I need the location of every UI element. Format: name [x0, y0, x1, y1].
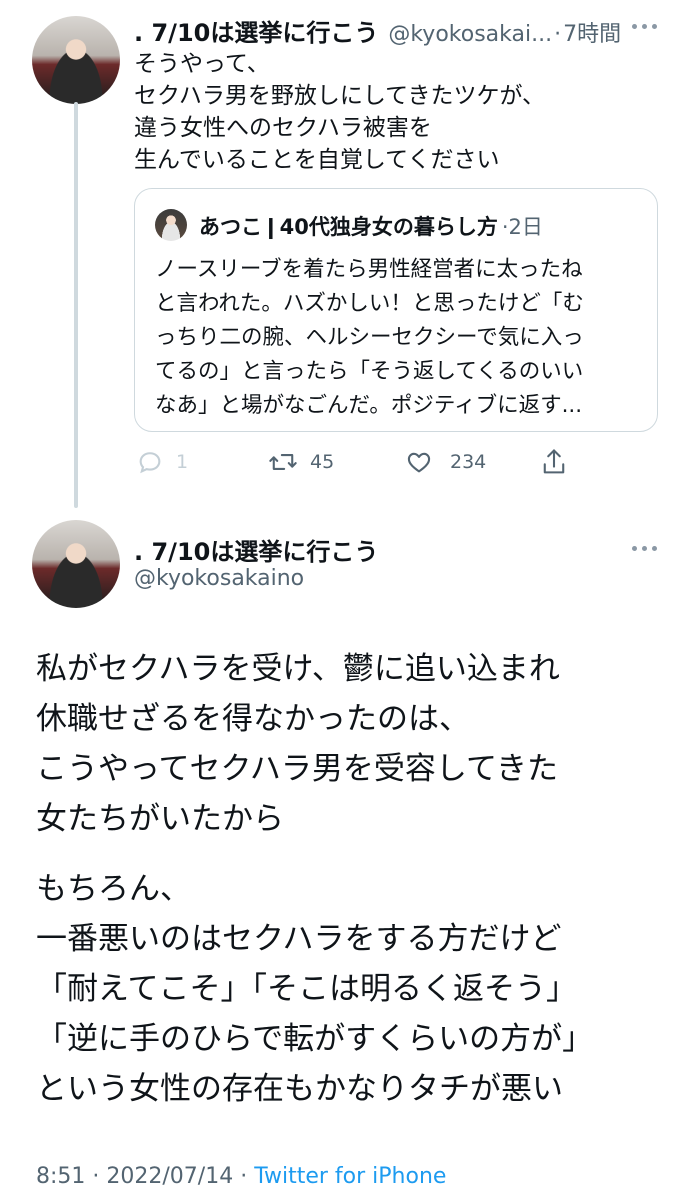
- tweet1-text: そうやって、 セクハラ男を野放しにしてきたツケが、 違う女性へのセクハラ被害を …: [134, 48, 545, 176]
- tweet-line: 私がセクハラを受け、鬱に追い込まれ: [36, 651, 560, 687]
- quote-line: てるの」と言ったら「そう返してくるのいい: [155, 359, 584, 384]
- quote-line: ノースリーブを着たら男性経営者に太ったね: [155, 257, 583, 282]
- tweet-line: 一番悪いのはセクハラをする方だけど: [36, 921, 562, 957]
- tweet-line: 生んでいることを自覚してください: [134, 147, 500, 173]
- reply-icon: [139, 452, 161, 474]
- tweet-footer: 8:51 · 2022/07/14 · Twitter for iPhone: [36, 1164, 446, 1189]
- tweet-line: 女たちがいたから: [36, 801, 284, 837]
- retweet-count: 45: [310, 451, 335, 473]
- like-icon: [407, 452, 431, 473]
- tweet2-header: . 7/10は選挙に行こう @kyokosakaino: [134, 532, 378, 591]
- thread-connector-line: [74, 102, 78, 508]
- handle[interactable]: @kyokosakaino: [134, 566, 378, 591]
- timestamp[interactable]: 7時間: [563, 16, 621, 48]
- more-icon[interactable]: [632, 22, 658, 30]
- share-button[interactable]: [540, 447, 568, 477]
- retweet-button[interactable]: 45: [268, 448, 334, 476]
- share-icon: [543, 449, 565, 474]
- tweet-line: もちろん、: [36, 871, 191, 907]
- tweet-line: という女性の存在もかなりタチが悪い: [36, 1071, 563, 1107]
- quote-line: っちり二の腕、ヘルシーセクシーで気に入っ: [155, 325, 584, 350]
- quote-header: あつこ❙40代独身女の暮らし方 ·2日: [199, 211, 543, 241]
- quoted-tweet-card[interactable]: あつこ❙40代独身女の暮らし方 ·2日 ノースリーブを着たら男性経営者に太ったね…: [134, 188, 658, 432]
- quote-line: なあ」と場がなごんだ。ポジティブに返す...: [155, 393, 583, 418]
- separator: ·: [554, 22, 562, 47]
- separator: ·: [85, 1164, 107, 1189]
- like-count: 234: [450, 451, 487, 473]
- tweet2-text: 私がセクハラを受け、鬱に追い込まれ 休職せざるを得なかったのは、 こうやってセク…: [36, 644, 560, 844]
- tweet-time[interactable]: 8:51: [36, 1164, 85, 1189]
- quote-timestamp: ·2日: [501, 215, 543, 239]
- tweet-date[interactable]: 2022/07/14: [106, 1164, 233, 1189]
- handle[interactable]: @kyokosakai...: [388, 22, 552, 47]
- quote-display-name: あつこ❙40代独身女の暮らし方: [199, 215, 498, 239]
- tweet-line: 「逆に手のひらで転がすくらいの方が」: [36, 1021, 594, 1057]
- separator: ·: [233, 1164, 255, 1189]
- reply-button[interactable]: 1: [136, 448, 188, 476]
- display-name[interactable]: . 7/10は選挙に行こう: [134, 532, 378, 566]
- retweet-icon: [269, 454, 297, 470]
- avatar[interactable]: [32, 16, 120, 104]
- tweet2-text-paragraph2: もちろん、 一番悪いのはセクハラをする方だけど 「耐えてこそ」「そこは明るく返そ…: [36, 864, 593, 1114]
- tweet-line: セクハラ男を野放しにしてきたツケが、: [134, 83, 546, 109]
- quote-text: ノースリーブを着たら男性経営者に太ったね と言われた。ハズかしい！と思ったけど「…: [155, 253, 584, 423]
- avatar[interactable]: [32, 520, 120, 608]
- tweet-line: 「耐えてこそ」「そこは明るく返そう」: [36, 971, 577, 1007]
- tweet-line: 休職せざるを得なかったのは、: [36, 701, 470, 737]
- tweet-line: そうやって、: [134, 51, 270, 77]
- quote-line: と言われた。ハズかしい！と思ったけど「む: [155, 291, 584, 316]
- tweet1-header: . 7/10は選挙に行こう @kyokosakai... · 7時間: [134, 13, 621, 48]
- source-link[interactable]: Twitter for iPhone: [254, 1164, 446, 1189]
- tweet-line: こうやってセクハラ男を受容してきた: [36, 751, 559, 787]
- tweet-line: 違う女性へのセクハラ被害を: [134, 115, 432, 141]
- display-name[interactable]: . 7/10は選挙に行こう: [134, 13, 378, 48]
- quote-avatar: [155, 209, 187, 241]
- like-button[interactable]: 234: [404, 448, 486, 476]
- more-icon[interactable]: [632, 544, 658, 552]
- reply-count: 1: [176, 451, 189, 473]
